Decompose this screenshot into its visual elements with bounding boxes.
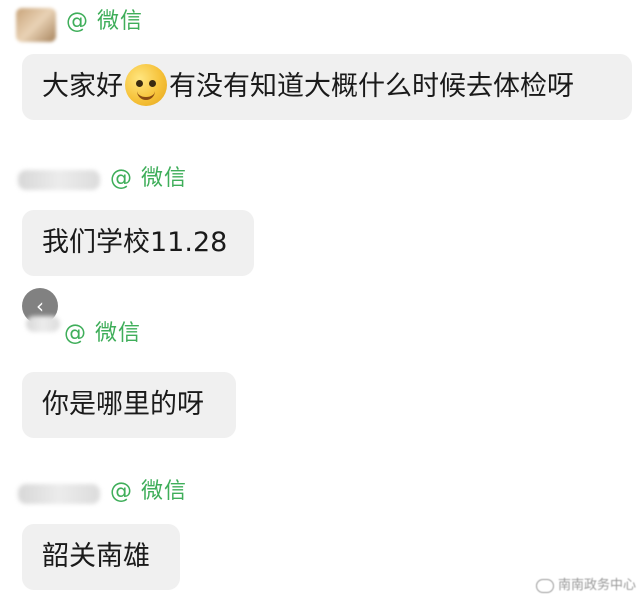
blurred-sender-name [26, 316, 60, 332]
message-text: 韶关南雄 [42, 541, 150, 572]
wechat-source-tag: @ 微信 [110, 479, 187, 504]
message-bubble[interactable]: 我们学校11.28 [22, 210, 254, 276]
avatar[interactable] [16, 8, 56, 42]
sender-row: @ 微信 [0, 2, 400, 42]
message-bubble[interactable]: 大家好 有没有知道大概什么时候去体检呀 [22, 54, 632, 120]
wechat-source-tag: @ 微信 [64, 321, 141, 346]
sender-row: @ 微信 [0, 472, 400, 512]
message-text: 有没有知道大概什么时候去体检呀 [169, 71, 574, 102]
wechat-source-tag: @ 微信 [110, 166, 187, 191]
sender-row: @ 微信 [0, 312, 400, 352]
blurred-sender-name [18, 170, 100, 190]
chat-screenshot: @ 微信 大家好 有没有知道大概什么时候去体检呀 @ 微信 我们学校11.28 ‹… [0, 0, 640, 601]
watermark: 南南政务中心 [535, 574, 636, 593]
message-bubble[interactable]: 韶关南雄 [22, 524, 180, 590]
wechat-source-tag: @ 微信 [66, 9, 143, 34]
message-text: 我们学校11.28 [42, 227, 228, 258]
message-bubble[interactable]: 你是哪里的呀 [22, 372, 236, 438]
blurred-sender-name [18, 484, 100, 504]
message-text: 你是哪里的呀 [42, 389, 204, 420]
sender-row: @ 微信 [0, 160, 400, 200]
watermark-text: 南南政务中心 [557, 578, 636, 593]
wechat-channel-icon [535, 578, 554, 593]
message-text: 大家好 [42, 71, 123, 102]
grin-emoji-icon [125, 63, 167, 106]
